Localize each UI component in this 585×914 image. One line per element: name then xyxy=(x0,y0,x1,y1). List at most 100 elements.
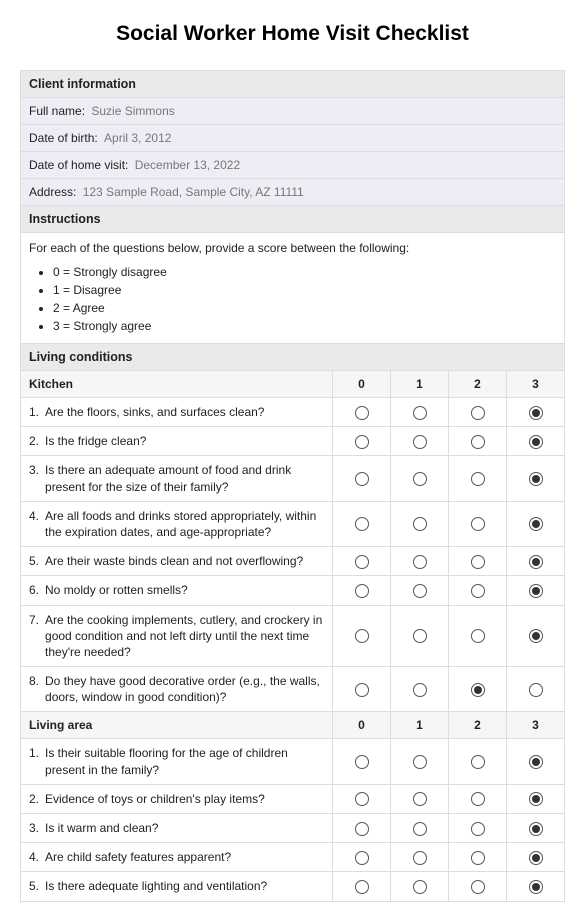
score-cell-0 xyxy=(333,667,391,712)
question-text: Is their suitable flooring for the age o… xyxy=(43,745,324,777)
score-cell-3 xyxy=(507,872,565,901)
table-row: 4.Are child safety features apparent? xyxy=(21,843,565,872)
radio-button[interactable] xyxy=(471,435,485,449)
radio-button[interactable] xyxy=(471,792,485,806)
score-cell-2 xyxy=(449,814,507,843)
radio-button[interactable] xyxy=(529,517,543,531)
page-title: Social Worker Home Visit Checklist xyxy=(20,22,565,46)
radio-button[interactable] xyxy=(355,851,369,865)
radio-button[interactable] xyxy=(413,755,427,769)
score-cell-3 xyxy=(507,456,565,501)
question-number: 1. xyxy=(29,404,39,420)
radio-button[interactable] xyxy=(471,880,485,894)
radio-button[interactable] xyxy=(355,584,369,598)
radio-button[interactable] xyxy=(529,755,543,769)
score-cell-2 xyxy=(449,501,507,546)
radio-button[interactable] xyxy=(471,822,485,836)
radio-button[interactable] xyxy=(471,584,485,598)
question-text: Is there adequate lighting and ventilati… xyxy=(43,878,324,894)
living-area-question: 4.Are child safety features apparent? xyxy=(21,843,333,872)
score-cell-3 xyxy=(507,547,565,576)
score-cell-3 xyxy=(507,814,565,843)
checklist-table: Client information Full name: Suzie Simm… xyxy=(20,70,565,902)
table-row: 7.Are the cooking implements, cutlery, a… xyxy=(21,605,565,667)
radio-button[interactable] xyxy=(471,629,485,643)
kitchen-question: 8.Do they have good decorative order (e.… xyxy=(21,667,333,712)
radio-button[interactable] xyxy=(355,555,369,569)
radio-button[interactable] xyxy=(413,517,427,531)
radio-button[interactable] xyxy=(355,880,369,894)
radio-button[interactable] xyxy=(529,792,543,806)
radio-button[interactable] xyxy=(413,435,427,449)
radio-button[interactable] xyxy=(355,435,369,449)
radio-button[interactable] xyxy=(529,472,543,486)
score-cell-1 xyxy=(391,843,449,872)
radio-button[interactable] xyxy=(471,755,485,769)
visit-date-value: December 13, 2022 xyxy=(135,158,240,172)
radio-button[interactable] xyxy=(413,629,427,643)
question-text: No moldy or rotten smells? xyxy=(43,582,324,598)
radio-button[interactable] xyxy=(471,555,485,569)
radio-button[interactable] xyxy=(355,406,369,420)
full-name-row: Full name: Suzie Simmons xyxy=(21,98,565,125)
radio-button[interactable] xyxy=(529,629,543,643)
radio-button[interactable] xyxy=(413,792,427,806)
radio-button[interactable] xyxy=(413,406,427,420)
radio-button[interactable] xyxy=(529,683,543,697)
score-cell-1 xyxy=(391,784,449,813)
radio-button[interactable] xyxy=(471,683,485,697)
instructions-body: For each of the questions below, provide… xyxy=(21,233,565,344)
radio-button[interactable] xyxy=(471,406,485,420)
score-cell-1 xyxy=(391,456,449,501)
score-cell-0 xyxy=(333,576,391,605)
score-cell-0 xyxy=(333,456,391,501)
radio-button[interactable] xyxy=(413,555,427,569)
score-cell-0 xyxy=(333,398,391,427)
radio-button[interactable] xyxy=(413,584,427,598)
radio-button[interactable] xyxy=(471,472,485,486)
radio-button[interactable] xyxy=(355,472,369,486)
radio-button[interactable] xyxy=(355,822,369,836)
radio-button[interactable] xyxy=(413,851,427,865)
score-cell-0 xyxy=(333,547,391,576)
address-value: 123 Sample Road, Sample City, AZ 11111 xyxy=(83,185,304,199)
dob-value: April 3, 2012 xyxy=(104,131,171,145)
radio-button[interactable] xyxy=(413,472,427,486)
radio-button[interactable] xyxy=(529,435,543,449)
question-number: 3. xyxy=(29,820,39,836)
radio-button[interactable] xyxy=(529,822,543,836)
radio-button[interactable] xyxy=(471,517,485,531)
radio-button[interactable] xyxy=(355,517,369,531)
table-row: 3.Is there an adequate amount of food an… xyxy=(21,456,565,501)
radio-button[interactable] xyxy=(529,555,543,569)
table-row: 2.Evidence of toys or children's play it… xyxy=(21,784,565,813)
scale-item: 0 = Strongly disagree xyxy=(53,263,556,281)
radio-button[interactable] xyxy=(355,755,369,769)
radio-button[interactable] xyxy=(413,683,427,697)
score-cell-2 xyxy=(449,872,507,901)
table-row: 4.Are all foods and drinks stored approp… xyxy=(21,501,565,546)
radio-button[interactable] xyxy=(529,880,543,894)
radio-button[interactable] xyxy=(413,880,427,894)
radio-button[interactable] xyxy=(355,629,369,643)
dob-row: Date of birth: April 3, 2012 xyxy=(21,125,565,152)
kitchen-question: 2.Is the fridge clean? xyxy=(21,427,333,456)
radio-button[interactable] xyxy=(355,683,369,697)
score-cell-3 xyxy=(507,843,565,872)
kitchen-question: 5.Are their waste binds clean and not ov… xyxy=(21,547,333,576)
question-number: 7. xyxy=(29,612,39,661)
question-text: Is there an adequate amount of food and … xyxy=(43,462,324,494)
radio-button[interactable] xyxy=(529,851,543,865)
table-row: 2.Is the fridge clean? xyxy=(21,427,565,456)
radio-button[interactable] xyxy=(355,792,369,806)
radio-button[interactable] xyxy=(471,851,485,865)
kitchen-question: 3.Is there an adequate amount of food an… xyxy=(21,456,333,501)
score-cell-1 xyxy=(391,667,449,712)
radio-button[interactable] xyxy=(413,822,427,836)
score-cell-0 xyxy=(333,605,391,667)
radio-button[interactable] xyxy=(529,584,543,598)
score-cell-0 xyxy=(333,872,391,901)
question-text: Is the fridge clean? xyxy=(43,433,324,449)
radio-button[interactable] xyxy=(529,406,543,420)
table-row: 5.Is there adequate lighting and ventila… xyxy=(21,872,565,901)
